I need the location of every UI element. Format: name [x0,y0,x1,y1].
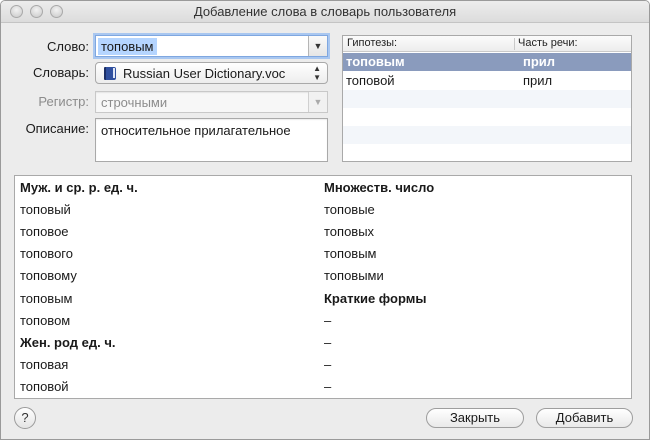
word-label: Слово: [47,39,89,54]
dialog-window: Добавление слова в словарь пользователя … [0,0,650,440]
form-cell[interactable]: топовыми [324,268,384,283]
column-divider [514,38,515,50]
form-cell[interactable]: топовых [324,224,374,239]
form-cell[interactable]: топового [20,246,73,261]
help-button[interactable]: ? [14,407,36,429]
hypotheses-table[interactable]: Гипотезы: Часть речи: топовым прил топов… [342,35,632,162]
dictionary-popup[interactable]: Russian User Dictionary.voc ▲ ▼ [95,62,328,84]
form-cell[interactable]: топовые [324,202,375,217]
description-field[interactable]: относительное прилагательное [95,118,328,162]
hypothesis-row[interactable]: топовым прил [343,53,631,71]
forms-section-header: Муж. и ср. р. ед. ч. [20,180,138,195]
dictionary-label: Словарь: [33,65,89,80]
updown-arrows-icon: ▲ ▼ [313,64,321,82]
form-cell[interactable]: топовым [324,246,377,261]
register-value: строчными [101,95,168,110]
form-cell[interactable]: – [324,357,331,372]
hypothesis-word: топовым [346,54,405,69]
empty-row [343,126,631,144]
word-input[interactable]: топовым [98,38,157,55]
hypothesis-word: топовой [346,73,395,88]
register-combo-box: строчными ▼ [95,91,328,113]
form-cell[interactable]: топовое [20,224,69,239]
description-text[interactable]: относительное прилагательное [101,123,291,138]
form-cell[interactable]: топовым [20,291,73,306]
word-forms-table[interactable]: Муж. и ср. р. ед. ч. топовый топовое топ… [14,175,632,399]
column-header-pos[interactable]: Часть речи: [518,37,578,49]
forms-section-header: Жен. род ед. ч. [20,335,116,350]
form-cell[interactable]: – [324,313,331,328]
window-title: Добавление слова в словарь пользователя [193,4,457,19]
form-cell[interactable]: топовая [20,357,68,372]
book-icon [104,67,116,80]
description-label: Описание: [25,121,89,136]
form-cell[interactable]: топовому [20,268,77,283]
hypotheses-header: Гипотезы: Часть речи: [343,36,631,52]
chevron-down-icon: ▼ [308,92,327,112]
form-cell[interactable]: – [324,335,331,350]
register-label: Регистр: [38,94,89,109]
chevron-down-icon[interactable]: ▼ [308,36,327,56]
word-combo-box[interactable]: топовым ▼ [95,35,328,57]
add-button[interactable]: Добавить [536,408,633,428]
form-cell[interactable]: топовой [20,379,69,394]
forms-section-header: Краткие формы [324,291,427,306]
hypothesis-row[interactable]: топовой прил [343,72,631,90]
forms-section-header: Множеств. число [324,180,435,195]
form-cell[interactable]: топовый [20,202,71,217]
column-header-hypotheses[interactable]: Гипотезы: [347,37,397,49]
form-cell[interactable]: топовом [20,313,70,328]
dictionary-value: Russian User Dictionary.voc [123,66,286,81]
form-cell[interactable]: – [324,379,331,394]
empty-row [343,90,631,108]
close-button[interactable]: Закрыть [426,408,524,428]
hypothesis-pos: прил [523,54,556,69]
titlebar: Добавление слова в словарь пользователя [1,1,649,23]
hypothesis-pos: прил [523,73,553,88]
